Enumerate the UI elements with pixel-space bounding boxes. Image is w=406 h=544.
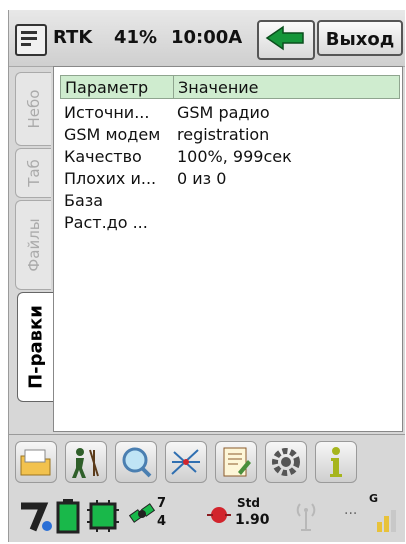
- table-row[interactable]: Источни... GSM радио: [60, 103, 400, 125]
- app-window: RTK 41% 10:00A Выход Небо Таб Файлы П-ра…: [8, 10, 405, 542]
- gnss-receiver-icon[interactable]: [17, 498, 53, 534]
- memory-chip-icon[interactable]: [85, 498, 121, 534]
- tab-corrections[interactable]: П-равки: [17, 292, 53, 402]
- value-cell: 100%, 999сек: [177, 147, 292, 166]
- value-cell: GSM радио: [177, 103, 270, 122]
- battery-level: 41%: [114, 27, 158, 48]
- settings-icon[interactable]: [265, 441, 307, 483]
- search-icon[interactable]: [115, 441, 157, 483]
- param-cell: GSM модем: [64, 125, 161, 144]
- column-header-parameter[interactable]: Параметр: [65, 78, 148, 97]
- radio-signal-icon[interactable]: [291, 498, 321, 532]
- param-cell: Плохих и...: [64, 169, 157, 188]
- folder-icon[interactable]: [15, 441, 57, 483]
- tab-sky-label: Небо: [24, 89, 43, 129]
- table-row[interactable]: Раст.до ...: [60, 213, 400, 235]
- top-bar: RTK 41% 10:00A Выход: [9, 10, 405, 67]
- battery-icon[interactable]: [55, 498, 81, 534]
- table-row[interactable]: Плохих и... 0 из 0: [60, 169, 400, 191]
- status-bar: 7 4 Std 1.90 ··· G: [9, 488, 405, 542]
- info-icon[interactable]: [315, 441, 357, 483]
- satellites-used: 7: [157, 496, 167, 511]
- clock: 10:00A: [171, 27, 243, 48]
- value-cell: registration: [177, 125, 270, 144]
- app-toolbar: [9, 434, 405, 487]
- table-row[interactable]: Качество 100%, 999сек: [60, 147, 400, 169]
- solution-type: Std: [237, 496, 260, 510]
- tab-sky[interactable]: Небо: [15, 72, 51, 146]
- table-row[interactable]: GSM модем registration: [60, 125, 400, 147]
- precision-value: 1.90: [235, 512, 270, 528]
- param-cell: Качество: [64, 147, 142, 166]
- satellites-tracked: 4: [157, 514, 167, 529]
- more-dots-icon: ···: [344, 506, 358, 522]
- back-button[interactable]: [257, 20, 315, 60]
- tab-table[interactable]: Таб: [15, 148, 51, 198]
- position-status-icon[interactable]: [205, 500, 235, 530]
- start-menu-icon[interactable]: [15, 24, 47, 56]
- table-header: Параметр Значение: [60, 75, 400, 99]
- notes-icon[interactable]: [215, 441, 257, 483]
- param-cell: Источни...: [64, 103, 150, 122]
- column-header-value[interactable]: Значение: [178, 78, 259, 97]
- gsm-label: G: [369, 492, 379, 505]
- tab-strip: Небо Таб Файлы П-равки: [9, 66, 55, 416]
- cogo-icon[interactable]: [165, 441, 207, 483]
- table-row[interactable]: База: [60, 191, 400, 213]
- corrections-panel: Параметр Значение Источни... GSM радио G…: [53, 66, 403, 432]
- value-cell: 0 из 0: [177, 169, 227, 188]
- exit-button[interactable]: Выход: [317, 20, 403, 56]
- param-cell: База: [64, 191, 104, 210]
- back-arrow-icon: [265, 25, 304, 51]
- tab-files-label: Файлы: [24, 218, 43, 272]
- rtk-status: RTK: [53, 27, 93, 48]
- satellite-icon[interactable]: [129, 500, 157, 530]
- tab-corrections-label: П-равки: [25, 305, 46, 389]
- param-cell: Раст.до ...: [64, 213, 148, 232]
- survey-icon[interactable]: [65, 441, 107, 483]
- tab-table-label: Таб: [24, 159, 43, 187]
- tab-files[interactable]: Файлы: [15, 200, 51, 290]
